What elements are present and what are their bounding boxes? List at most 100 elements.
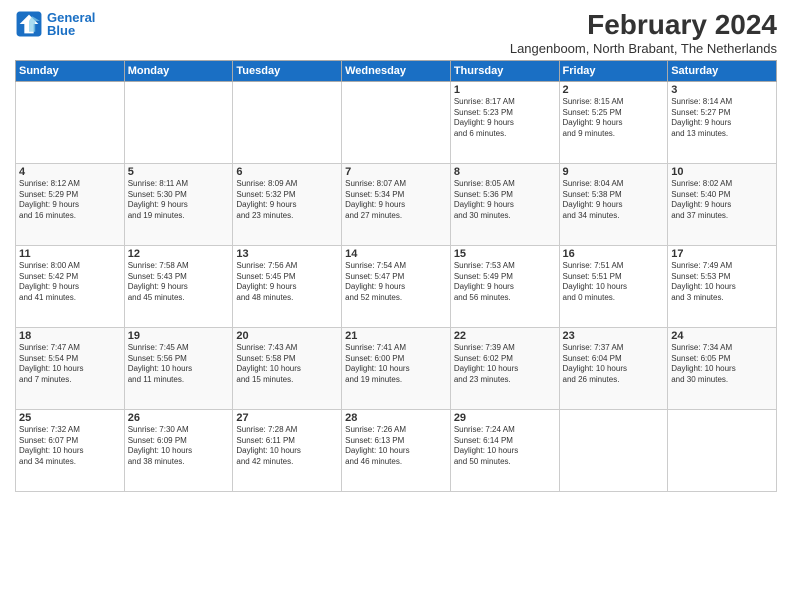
day-number: 29: [454, 412, 556, 424]
day-number: 18: [19, 330, 121, 342]
day-number: 5: [128, 166, 230, 178]
day-number: 22: [454, 330, 556, 342]
cell-w5-d1: 25Sunrise: 7:32 AM Sunset: 6:07 PM Dayli…: [16, 409, 125, 491]
cell-info: Sunrise: 7:30 AM Sunset: 6:09 PM Dayligh…: [128, 425, 230, 468]
day-number: 20: [236, 330, 338, 342]
week-row-2: 4Sunrise: 8:12 AM Sunset: 5:29 PM Daylig…: [16, 163, 777, 245]
col-header-sunday: Sunday: [16, 60, 125, 81]
day-number: 19: [128, 330, 230, 342]
logo: General Blue: [15, 10, 95, 38]
cell-w5-d4: 28Sunrise: 7:26 AM Sunset: 6:13 PM Dayli…: [342, 409, 451, 491]
cell-info: Sunrise: 7:34 AM Sunset: 6:05 PM Dayligh…: [671, 343, 773, 386]
cell-w1-d3: [233, 81, 342, 163]
main-title: February 2024: [510, 10, 777, 41]
day-number: 15: [454, 248, 556, 260]
cell-w3-d4: 14Sunrise: 7:54 AM Sunset: 5:47 PM Dayli…: [342, 245, 451, 327]
cell-info: Sunrise: 7:26 AM Sunset: 6:13 PM Dayligh…: [345, 425, 447, 468]
cell-info: Sunrise: 7:24 AM Sunset: 6:14 PM Dayligh…: [454, 425, 556, 468]
day-number: 28: [345, 412, 447, 424]
cell-w4-d5: 22Sunrise: 7:39 AM Sunset: 6:02 PM Dayli…: [450, 327, 559, 409]
cell-w5-d6: [559, 409, 668, 491]
day-number: 12: [128, 248, 230, 260]
cell-w5-d3: 27Sunrise: 7:28 AM Sunset: 6:11 PM Dayli…: [233, 409, 342, 491]
cell-info: Sunrise: 7:28 AM Sunset: 6:11 PM Dayligh…: [236, 425, 338, 468]
cell-w2-d6: 9Sunrise: 8:04 AM Sunset: 5:38 PM Daylig…: [559, 163, 668, 245]
cell-w2-d2: 5Sunrise: 8:11 AM Sunset: 5:30 PM Daylig…: [124, 163, 233, 245]
cell-w3-d7: 17Sunrise: 7:49 AM Sunset: 5:53 PM Dayli…: [668, 245, 777, 327]
cell-info: Sunrise: 7:47 AM Sunset: 5:54 PM Dayligh…: [19, 343, 121, 386]
cell-w4-d6: 23Sunrise: 7:37 AM Sunset: 6:04 PM Dayli…: [559, 327, 668, 409]
cell-w1-d1: [16, 81, 125, 163]
day-number: 14: [345, 248, 447, 260]
day-number: 9: [563, 166, 665, 178]
cell-info: Sunrise: 7:37 AM Sunset: 6:04 PM Dayligh…: [563, 343, 665, 386]
week-row-3: 11Sunrise: 8:00 AM Sunset: 5:42 PM Dayli…: [16, 245, 777, 327]
cell-w4-d4: 21Sunrise: 7:41 AM Sunset: 6:00 PM Dayli…: [342, 327, 451, 409]
col-header-saturday: Saturday: [668, 60, 777, 81]
cell-info: Sunrise: 7:32 AM Sunset: 6:07 PM Dayligh…: [19, 425, 121, 468]
day-number: 16: [563, 248, 665, 260]
logo-icon: [15, 10, 43, 38]
day-number: 25: [19, 412, 121, 424]
day-number: 6: [236, 166, 338, 178]
week-row-1: 1Sunrise: 8:17 AM Sunset: 5:23 PM Daylig…: [16, 81, 777, 163]
cell-w2-d5: 8Sunrise: 8:05 AM Sunset: 5:36 PM Daylig…: [450, 163, 559, 245]
page: General Blue February 2024 Langenboom, N…: [0, 0, 792, 612]
title-block: February 2024 Langenboom, North Brabant,…: [510, 10, 777, 56]
cell-w1-d5: 1Sunrise: 8:17 AM Sunset: 5:23 PM Daylig…: [450, 81, 559, 163]
cell-info: Sunrise: 7:56 AM Sunset: 5:45 PM Dayligh…: [236, 261, 338, 304]
cell-info: Sunrise: 7:58 AM Sunset: 5:43 PM Dayligh…: [128, 261, 230, 304]
cell-w2-d7: 10Sunrise: 8:02 AM Sunset: 5:40 PM Dayli…: [668, 163, 777, 245]
cell-info: Sunrise: 8:14 AM Sunset: 5:27 PM Dayligh…: [671, 97, 773, 140]
col-header-friday: Friday: [559, 60, 668, 81]
cell-info: Sunrise: 7:51 AM Sunset: 5:51 PM Dayligh…: [563, 261, 665, 304]
cell-info: Sunrise: 8:05 AM Sunset: 5:36 PM Dayligh…: [454, 179, 556, 222]
cell-info: Sunrise: 7:45 AM Sunset: 5:56 PM Dayligh…: [128, 343, 230, 386]
cell-w3-d1: 11Sunrise: 8:00 AM Sunset: 5:42 PM Dayli…: [16, 245, 125, 327]
day-number: 13: [236, 248, 338, 260]
cell-w5-d2: 26Sunrise: 7:30 AM Sunset: 6:09 PM Dayli…: [124, 409, 233, 491]
day-number: 3: [671, 84, 773, 96]
cell-info: Sunrise: 8:04 AM Sunset: 5:38 PM Dayligh…: [563, 179, 665, 222]
cell-w4-d7: 24Sunrise: 7:34 AM Sunset: 6:05 PM Dayli…: [668, 327, 777, 409]
subtitle: Langenboom, North Brabant, The Netherlan…: [510, 41, 777, 56]
day-number: 11: [19, 248, 121, 260]
week-row-5: 25Sunrise: 7:32 AM Sunset: 6:07 PM Dayli…: [16, 409, 777, 491]
cell-w1-d6: 2Sunrise: 8:15 AM Sunset: 5:25 PM Daylig…: [559, 81, 668, 163]
cell-w4-d2: 19Sunrise: 7:45 AM Sunset: 5:56 PM Dayli…: [124, 327, 233, 409]
cell-info: Sunrise: 8:00 AM Sunset: 5:42 PM Dayligh…: [19, 261, 121, 304]
cell-info: Sunrise: 8:09 AM Sunset: 5:32 PM Dayligh…: [236, 179, 338, 222]
cell-info: Sunrise: 7:39 AM Sunset: 6:02 PM Dayligh…: [454, 343, 556, 386]
day-number: 26: [128, 412, 230, 424]
cell-w3-d6: 16Sunrise: 7:51 AM Sunset: 5:51 PM Dayli…: [559, 245, 668, 327]
col-header-thursday: Thursday: [450, 60, 559, 81]
col-header-monday: Monday: [124, 60, 233, 81]
day-number: 2: [563, 84, 665, 96]
cell-w5-d5: 29Sunrise: 7:24 AM Sunset: 6:14 PM Dayli…: [450, 409, 559, 491]
cell-info: Sunrise: 7:43 AM Sunset: 5:58 PM Dayligh…: [236, 343, 338, 386]
day-number: 17: [671, 248, 773, 260]
day-number: 10: [671, 166, 773, 178]
cell-info: Sunrise: 8:12 AM Sunset: 5:29 PM Dayligh…: [19, 179, 121, 222]
day-number: 1: [454, 84, 556, 96]
day-number: 8: [454, 166, 556, 178]
calendar-table: SundayMondayTuesdayWednesdayThursdayFrid…: [15, 60, 777, 492]
cell-w1-d4: [342, 81, 451, 163]
day-number: 21: [345, 330, 447, 342]
cell-info: Sunrise: 8:17 AM Sunset: 5:23 PM Dayligh…: [454, 97, 556, 140]
cell-w2-d1: 4Sunrise: 8:12 AM Sunset: 5:29 PM Daylig…: [16, 163, 125, 245]
cell-w4-d3: 20Sunrise: 7:43 AM Sunset: 5:58 PM Dayli…: [233, 327, 342, 409]
cell-w1-d2: [124, 81, 233, 163]
day-number: 27: [236, 412, 338, 424]
day-number: 24: [671, 330, 773, 342]
cell-w5-d7: [668, 409, 777, 491]
day-number: 4: [19, 166, 121, 178]
header-row: SundayMondayTuesdayWednesdayThursdayFrid…: [16, 60, 777, 81]
cell-w4-d1: 18Sunrise: 7:47 AM Sunset: 5:54 PM Dayli…: [16, 327, 125, 409]
cell-w3-d3: 13Sunrise: 7:56 AM Sunset: 5:45 PM Dayli…: [233, 245, 342, 327]
cell-w2-d4: 7Sunrise: 8:07 AM Sunset: 5:34 PM Daylig…: [342, 163, 451, 245]
col-header-wednesday: Wednesday: [342, 60, 451, 81]
cell-info: Sunrise: 8:02 AM Sunset: 5:40 PM Dayligh…: [671, 179, 773, 222]
header: General Blue February 2024 Langenboom, N…: [15, 10, 777, 56]
cell-info: Sunrise: 8:07 AM Sunset: 5:34 PM Dayligh…: [345, 179, 447, 222]
